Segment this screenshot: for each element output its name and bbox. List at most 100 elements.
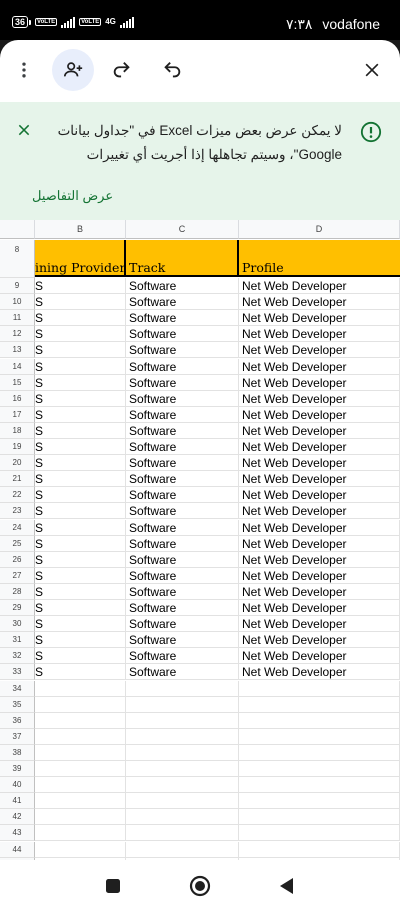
cell-b[interactable]: S: [35, 487, 126, 504]
redo-button[interactable]: [102, 50, 142, 90]
row-number[interactable]: 22: [0, 487, 35, 504]
back-button[interactable]: [273, 873, 299, 899]
corner-cell[interactable]: [0, 220, 35, 239]
row-number[interactable]: 9: [0, 278, 35, 295]
cell-d[interactable]: Net Web Developer: [239, 294, 400, 311]
row-number[interactable]: 38: [0, 744, 35, 761]
cell-c[interactable]: Software: [126, 294, 239, 311]
empty-cell[interactable]: [239, 825, 400, 842]
cell-b[interactable]: S: [35, 422, 126, 439]
cell-d[interactable]: Net Web Developer: [239, 471, 400, 488]
cell-b[interactable]: S: [35, 455, 126, 472]
row-number[interactable]: 36: [0, 712, 35, 729]
cell-d[interactable]: Net Web Developer: [239, 374, 400, 391]
share-button[interactable]: [52, 49, 94, 91]
cell-b[interactable]: S: [35, 294, 126, 311]
cell-d[interactable]: Net Web Developer: [239, 535, 400, 552]
cell-d[interactable]: Net Web Developer: [239, 278, 400, 295]
cell-b[interactable]: S: [35, 310, 126, 327]
cell-b[interactable]: S: [35, 551, 126, 568]
cell-c[interactable]: Software: [126, 551, 239, 568]
cell-d[interactable]: Net Web Developer: [239, 422, 400, 439]
cell-d[interactable]: Net Web Developer: [239, 406, 400, 423]
cell-d[interactable]: Net Web Developer: [239, 567, 400, 584]
row-number[interactable]: 28: [0, 583, 35, 600]
cell-d[interactable]: Net Web Developer: [239, 390, 400, 407]
cell-d[interactable]: Net Web Developer: [239, 455, 400, 472]
cell-c[interactable]: Software: [126, 342, 239, 359]
cell-c[interactable]: Software: [126, 567, 239, 584]
column-header-d[interactable]: D: [239, 220, 400, 239]
row-number[interactable]: 41: [0, 793, 35, 810]
empty-cell[interactable]: [35, 793, 126, 810]
cell-d[interactable]: Net Web Developer: [239, 310, 400, 327]
row-number[interactable]: 16: [0, 390, 35, 407]
empty-cell[interactable]: [126, 728, 239, 745]
empty-cell[interactable]: [239, 680, 400, 697]
cell-b[interactable]: S: [35, 567, 126, 584]
cell-c[interactable]: Software: [126, 648, 239, 665]
row-number[interactable]: 44: [0, 841, 35, 858]
row-number[interactable]: 12: [0, 326, 35, 343]
row-number[interactable]: 25: [0, 535, 35, 552]
row-number[interactable]: 23: [0, 503, 35, 520]
cell-c[interactable]: Software: [126, 278, 239, 295]
cell-c[interactable]: Software: [126, 406, 239, 423]
empty-cell[interactable]: [239, 841, 400, 858]
row-number[interactable]: 19: [0, 439, 35, 456]
row-number[interactable]: 17: [0, 406, 35, 423]
empty-cell[interactable]: [239, 728, 400, 745]
row-number[interactable]: 21: [0, 471, 35, 488]
empty-cell[interactable]: [35, 809, 126, 826]
empty-cell[interactable]: [239, 809, 400, 826]
empty-cell[interactable]: [126, 761, 239, 778]
row-number[interactable]: 20: [0, 455, 35, 472]
empty-cell[interactable]: [239, 793, 400, 810]
cell-d[interactable]: Net Web Developer: [239, 439, 400, 456]
row-number[interactable]: 10: [0, 294, 35, 311]
cell-b[interactable]: S: [35, 374, 126, 391]
cell-c[interactable]: Software: [126, 422, 239, 439]
row-number[interactable]: 42: [0, 809, 35, 826]
cell-b[interactable]: S: [35, 648, 126, 665]
cell-c[interactable]: Software: [126, 535, 239, 552]
cell-c[interactable]: Software: [126, 390, 239, 407]
row-number[interactable]: 11: [0, 310, 35, 327]
empty-cell[interactable]: [35, 777, 126, 794]
cell-b[interactable]: S: [35, 632, 126, 649]
cell-b[interactable]: S: [35, 390, 126, 407]
empty-cell[interactable]: [126, 841, 239, 858]
cell-c[interactable]: Software: [126, 439, 239, 456]
cell-b[interactable]: S: [35, 439, 126, 456]
cell-d[interactable]: Net Web Developer: [239, 503, 400, 520]
row-number[interactable]: 30: [0, 616, 35, 633]
cell-b[interactable]: S: [35, 278, 126, 295]
column-header-c[interactable]: C: [126, 220, 239, 239]
cell-d[interactable]: Net Web Developer: [239, 326, 400, 343]
cell-c[interactable]: Software: [126, 583, 239, 600]
header-cell-profile[interactable]: Profile: [239, 240, 400, 277]
row-number[interactable]: 37: [0, 728, 35, 745]
empty-cell[interactable]: [126, 825, 239, 842]
cell-b[interactable]: S: [35, 358, 126, 375]
row-number[interactable]: 18: [0, 422, 35, 439]
cell-d[interactable]: Net Web Developer: [239, 487, 400, 504]
empty-cell[interactable]: [239, 744, 400, 761]
column-header-b[interactable]: B: [35, 220, 126, 239]
cell-c[interactable]: Software: [126, 310, 239, 327]
more-options-button[interactable]: [4, 50, 44, 90]
empty-cell[interactable]: [126, 680, 239, 697]
cell-d[interactable]: Net Web Developer: [239, 648, 400, 665]
header-cell-track[interactable]: Track: [126, 240, 239, 277]
row-number[interactable]: 29: [0, 600, 35, 617]
empty-cell[interactable]: [35, 841, 126, 858]
cell-c[interactable]: Software: [126, 374, 239, 391]
empty-cell[interactable]: [35, 680, 126, 697]
row-number[interactable]: 13: [0, 342, 35, 359]
empty-cell[interactable]: [239, 696, 400, 713]
recents-button[interactable]: [100, 873, 126, 899]
cell-b[interactable]: S: [35, 664, 126, 681]
cell-d[interactable]: Net Web Developer: [239, 342, 400, 359]
cell-b[interactable]: S: [35, 616, 126, 633]
row-number[interactable]: 15: [0, 374, 35, 391]
